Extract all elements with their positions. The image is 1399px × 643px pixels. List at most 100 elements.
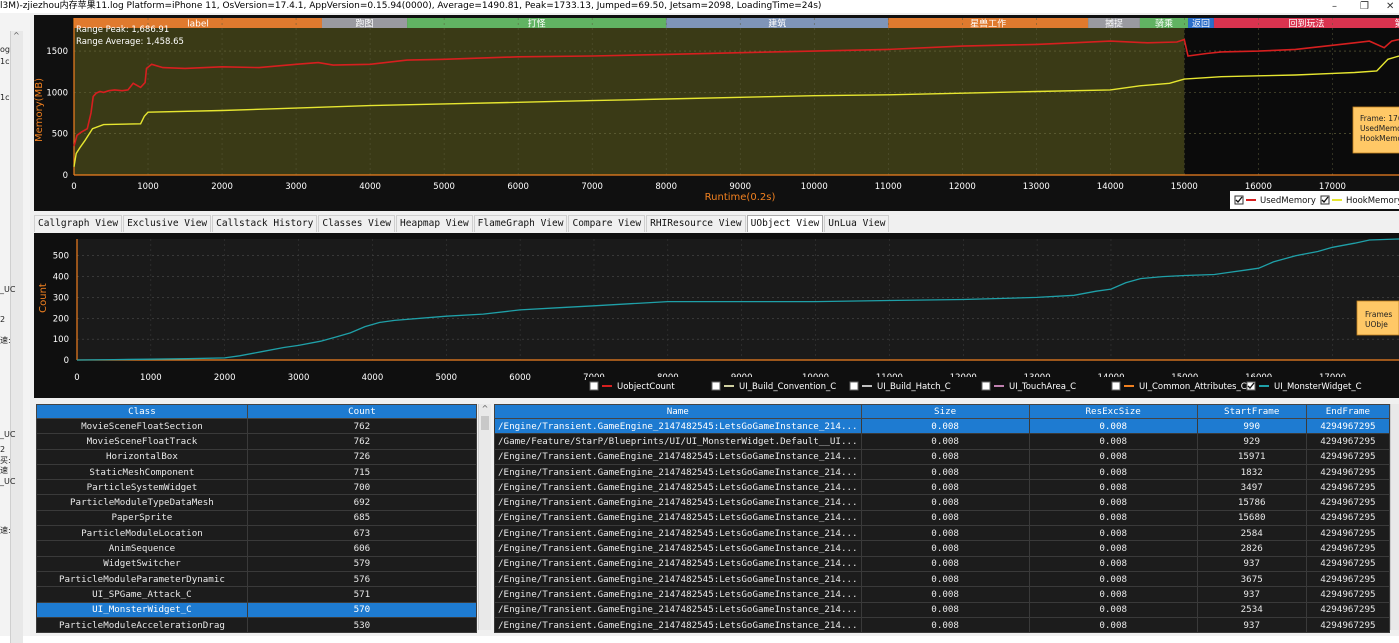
count-column-header[interactable]: Count: [246, 404, 478, 419]
highlighted-range-region: [74, 18, 1185, 175]
class-count-cell: 530: [246, 616, 478, 634]
tab-exclusive-view[interactable]: Exclusive View: [123, 215, 212, 232]
maximize-button[interactable]: ❐: [1360, 0, 1369, 13]
class-table-row[interactable]: MovieSceneFloatTrack 762: [36, 433, 478, 450]
object-table-scrollbar[interactable]: [1390, 404, 1399, 630]
tab-uobject-view[interactable]: UObject View: [746, 215, 824, 232]
object-table-row[interactable]: /Engine/Transient.GameEngine_2147482545:…: [494, 509, 1391, 527]
object-table-row[interactable]: /Game/Feature/StarP/Blueprints/UI/UI_Mon…: [494, 433, 1391, 450]
gutter-fragment: 速: [0, 466, 8, 475]
object-table-row[interactable]: /Engine/Transient.GameEngine_2147482545:…: [494, 570, 1391, 588]
memory-label-bands: label 跑图 打怪 建筑 星兽工作 捕捉 骑乘 返回 回到玩法 第: [74, 18, 1399, 30]
minimize-button[interactable]: –: [1332, 0, 1337, 13]
object-table-row[interactable]: /Engine/Transient.GameEngine_2147482545:…: [494, 555, 1391, 572]
object-table-row[interactable]: /Engine/Transient.GameEngine_2147482545:…: [494, 448, 1391, 465]
class-table-scrollbar[interactable]: ^: [478, 404, 491, 630]
phase-band-label: 返回: [1192, 18, 1210, 30]
class-table-row[interactable]: AnimSequence 606: [36, 540, 478, 557]
object-table-row[interactable]: /Engine/Transient.GameEngine_2147482545:…: [494, 494, 1391, 511]
phase-band-label: 打怪: [528, 18, 546, 30]
class-table-row[interactable]: MovieSceneFloatSection 762: [36, 417, 478, 435]
phase-band-label: label: [187, 20, 209, 30]
tab-unlua-view[interactable]: UnLua View: [824, 215, 890, 232]
object-table-row[interactable]: /Engine/Transient.GameEngine_2147482545:…: [494, 417, 1391, 435]
object-resexcsize-cell: 0.008: [1028, 509, 1198, 527]
object-resexcsize-cell: 0.008: [1028, 433, 1198, 450]
class-column-header[interactable]: Class: [36, 404, 248, 419]
object-table-row[interactable]: /Engine/Transient.GameEngine_2147482545:…: [494, 586, 1391, 603]
scroll-up-arrow-icon[interactable]: ^: [479, 404, 491, 413]
object-resexcsize-cell: 0.008: [1028, 417, 1198, 435]
memory-tooltip-line: Frame: 176: [1360, 114, 1399, 123]
class-table-row[interactable]: WidgetSwitcher 579: [36, 555, 478, 572]
object-resexcsize-cell: 0.008: [1028, 570, 1198, 588]
class-table-row[interactable]: ParticleModuleParameterDynamic 576: [36, 570, 478, 588]
class-table-row[interactable]: ParticleSystemWidget 700: [36, 479, 478, 496]
left-panel-scrollbar[interactable]: ^: [10, 31, 23, 643]
tab-callstack-history[interactable]: Callstack History: [212, 215, 318, 232]
memory-y-tick-label: 0: [63, 171, 68, 181]
object-table-row[interactable]: /Engine/Transient.GameEngine_2147482545:…: [494, 601, 1391, 618]
scroll-up-arrow-icon[interactable]: ^: [13, 31, 20, 40]
class-table-row[interactable]: ParticleModuleLocation 673: [36, 525, 478, 542]
object-table-row[interactable]: /Engine/Transient.GameEngine_2147482545:…: [494, 616, 1391, 634]
object-table-row[interactable]: /Engine/Transient.GameEngine_2147482545:…: [494, 479, 1391, 496]
memory-plot-regions: [74, 18, 1399, 175]
legend-checkbox[interactable]: [711, 381, 721, 391]
uobject-chart[interactable]: 01002003004005000 1000 2000 3000 4000 5000 600…: [34, 233, 1399, 398]
startframe-column-header[interactable]: StartFrame: [1196, 404, 1307, 419]
class-table-row[interactable]: UI_MonsterWidget_C 570: [36, 601, 478, 618]
memory-x-tick-label: 12000: [949, 182, 976, 192]
legend-label: UI_MonsterWidget_C: [1274, 382, 1362, 392]
object-table-row[interactable]: /Engine/Transient.GameEngine_2147482545:…: [494, 525, 1391, 542]
class-name-cell: AnimSequence: [36, 540, 248, 557]
legend-checkbox[interactable]: [849, 381, 859, 391]
scroll-thumb[interactable]: [481, 416, 489, 430]
phase-band-label: 捕捉: [1105, 18, 1123, 30]
class-table-row[interactable]: StaticMeshComponent 715: [36, 463, 478, 481]
uobject-y-tick-label: 0: [64, 356, 69, 366]
class-name-cell: HorizontalBox: [36, 448, 248, 465]
object-name-cell: /Engine/Transient.GameEngine_2147482545:…: [494, 570, 862, 588]
class-count-cell: 579: [246, 555, 478, 572]
class-table-row[interactable]: HorizontalBox 726: [36, 448, 478, 465]
legend-checkbox[interactable]: [981, 381, 991, 391]
size-column-header[interactable]: Size: [860, 404, 1030, 419]
legend-checkbox[interactable]: [589, 381, 599, 391]
object-size-cell: 0.008: [860, 586, 1030, 603]
endframe-column-header[interactable]: EndFrame: [1305, 404, 1391, 419]
phase-band-label: 回到玩法: [1288, 18, 1324, 30]
resexcsize-column-header[interactable]: ResExcSize: [1028, 404, 1198, 419]
tab-callgraph-view[interactable]: Callgraph View: [34, 215, 123, 232]
uobject-y-tick-label: 100: [53, 335, 69, 345]
legend-checkbox[interactable]: [1111, 381, 1121, 391]
object-name-cell: /Engine/Transient.GameEngine_2147482545:…: [494, 586, 862, 603]
object-resexcsize-cell: 0.008: [1028, 463, 1198, 481]
object-name-cell: /Engine/Transient.GameEngine_2147482545:…: [494, 448, 862, 465]
class-count-cell: 762: [246, 417, 478, 435]
object-table-row[interactable]: /Engine/Transient.GameEngine_2147482545:…: [494, 463, 1391, 481]
uobject-y-axis-label: Count: [38, 283, 49, 313]
close-button[interactable]: ✕: [1386, 0, 1394, 13]
object-name-cell: /Engine/Transient.GameEngine_2147482545:…: [494, 417, 862, 435]
tab-flamegraph-view[interactable]: FlameGraph View: [473, 215, 568, 232]
object-table-row[interactable]: /Engine/Transient.GameEngine_2147482545:…: [494, 540, 1391, 557]
class-table-row[interactable]: ParticleModuleTypeDataMesh 692: [36, 494, 478, 511]
tab-heapmap-view[interactable]: Heapmap View: [396, 215, 473, 232]
object-endframe-cell: 4294967295: [1305, 616, 1391, 634]
range-peak-label: Range Peak: 1,686.91: [76, 25, 169, 35]
tab-compare-view[interactable]: Compare View: [568, 215, 646, 232]
tab-rhiresource-view[interactable]: RHIResource View: [646, 215, 746, 232]
object-size-cell: 0.008: [860, 433, 1030, 450]
tab-classes-view[interactable]: Classes View: [318, 215, 396, 232]
class-table-row[interactable]: ParticleModuleAccelerationDrag 530: [36, 616, 478, 634]
uobject-x-tick-label: 6000: [509, 373, 531, 383]
class-table-row[interactable]: UI_SPGame_Attack_C 571: [36, 586, 478, 603]
phase-band-label: 跑图: [356, 18, 374, 30]
class-table-row[interactable]: PaperSprite 685: [36, 509, 478, 527]
uobject-x-tick-label: 5000: [435, 373, 457, 383]
name-column-header[interactable]: Name: [494, 404, 862, 419]
view-tabs: Callgraph View Exclusive View Callstack Hi…: [34, 215, 890, 232]
memory-chart[interactable]: label跑图打怪建筑星兽工作捕捉骑乘返回回到玩法第 0500100015000…: [34, 15, 1399, 211]
object-size-cell: 0.008: [860, 525, 1030, 542]
